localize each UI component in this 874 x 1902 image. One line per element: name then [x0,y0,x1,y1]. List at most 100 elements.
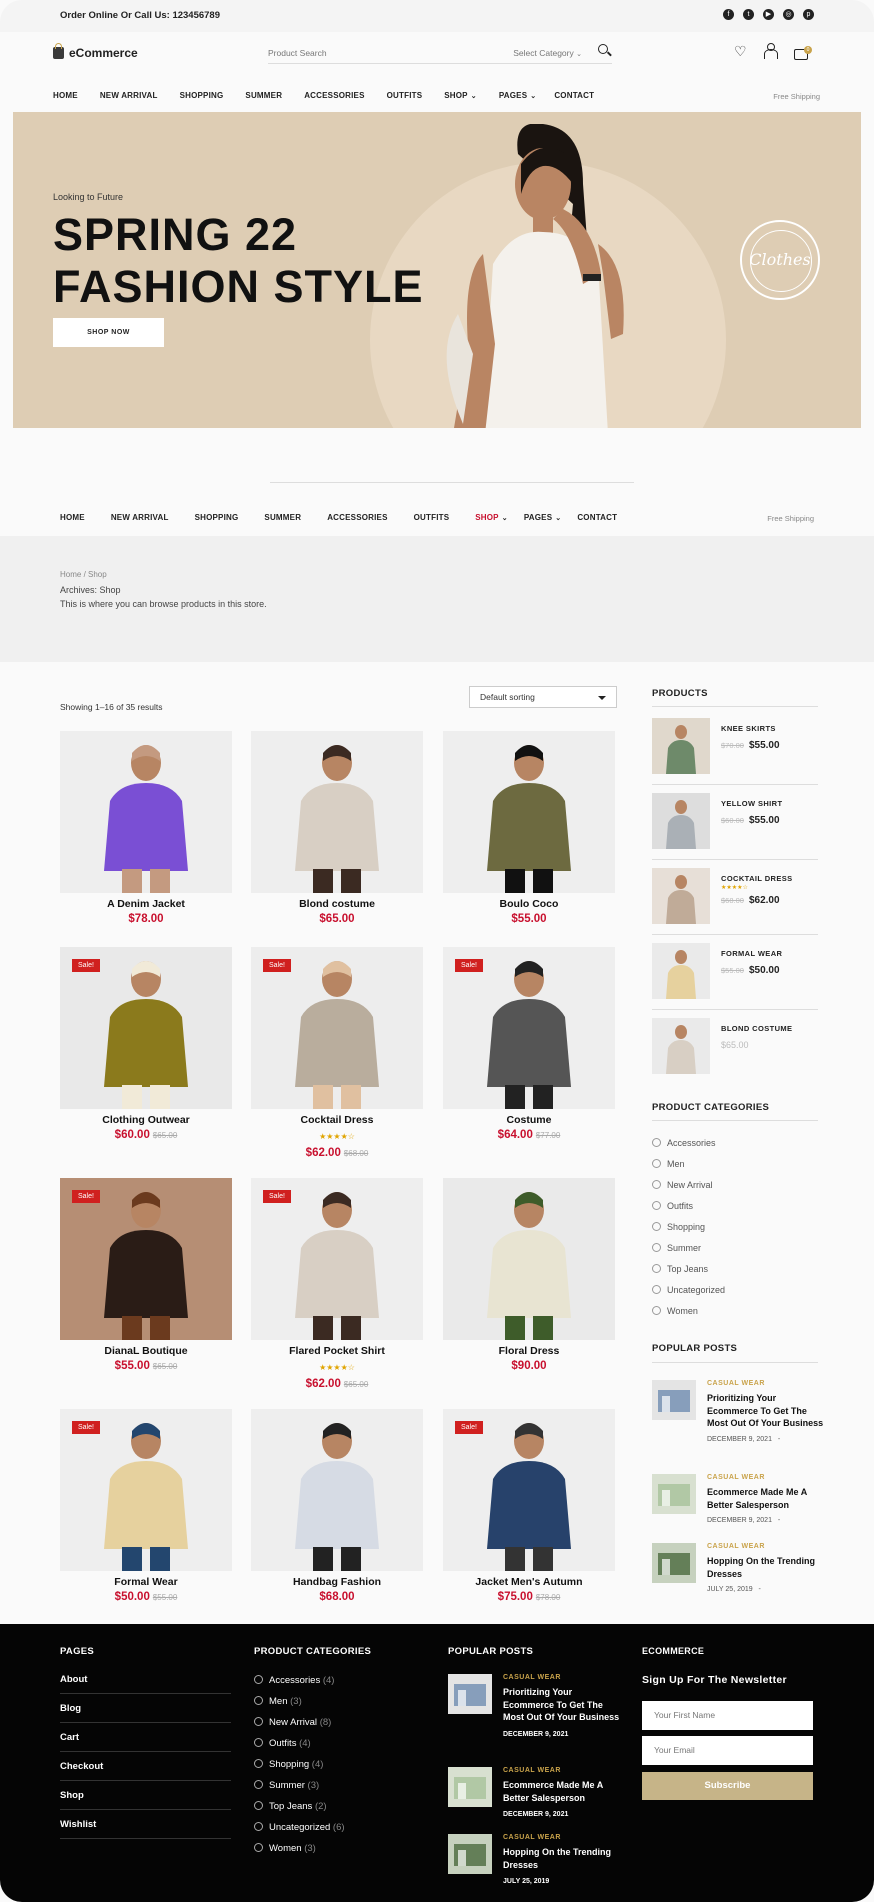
sidebar-post-thumb[interactable] [652,1380,696,1420]
footer-post[interactable]: CASUAL WEAR Prioritizing Your Ecommerce … [448,1674,623,1738]
nav-item-pages[interactable]: PAGES ⌄ [499,91,537,100]
post-title[interactable]: Hopping On the Trending Dresses [707,1555,825,1580]
nav2-item-contact[interactable]: CONTACT [577,513,617,522]
footer-post-thumb[interactable] [448,1834,492,1874]
sidebar-category-item[interactable]: Men [652,1159,685,1169]
nav-item-outfits[interactable]: OUTFITS [387,91,423,100]
nav2-item-summer[interactable]: SUMMER [264,513,301,522]
nav2-item-home[interactable]: HOME [60,513,85,522]
nav-item-home[interactable]: HOME [53,91,78,100]
sidebar-product[interactable]: BLOND COSTUME $65.00 [652,1018,818,1078]
footer-category-item[interactable]: Women (3) [254,1843,316,1854]
sidebar-product[interactable]: COCKTAIL DRESS ★★★★☆ $68.00 $62.00 [652,868,818,928]
sidebar-category-item[interactable]: Outfits [652,1201,693,1211]
sidebar-category-item[interactable]: Accessories [652,1138,716,1148]
sidebar-category-item[interactable]: Summer [652,1243,701,1253]
product-image-frame[interactable] [443,731,615,893]
product-image-frame[interactable] [251,731,423,893]
product-image-frame[interactable] [251,1409,423,1571]
sidebar-product-name[interactable]: YELLOW SHIRT [721,799,782,808]
footer-category-item[interactable]: Outfits (4) [254,1738,311,1749]
sidebar-product-name[interactable]: COCKTAIL DRESS [721,874,793,883]
breadcrumb[interactable]: Home / Shop [60,570,107,579]
product-name[interactable]: A Denim Jacket [60,898,232,910]
product-name[interactable]: Cocktail Dress [251,1114,423,1126]
search-bar[interactable]: Product Search Select Category ⌄ [268,42,612,64]
product-card[interactable]: Boulo Coco $55.00 [443,731,615,931]
product-name[interactable]: Costume [443,1114,615,1126]
post-title[interactable]: Ecommerce Made Me A Better Salesperson [503,1779,621,1804]
sidebar-post[interactable]: CASUAL WEAR Ecommerce Made Me A Better S… [652,1474,827,1554]
product-card[interactable]: Handbag Fashion $68.00 [251,1409,423,1609]
sidebar-product[interactable]: FORMAL WEAR $55.00 $50.00 [652,943,818,1003]
post-title[interactable]: Hopping On the Trending Dresses [503,1846,621,1871]
footer-category-item[interactable]: Uncategorized (6) [254,1822,345,1833]
product-card[interactable]: Sale! Clothing Outwear $60.00 $65.00 [60,947,232,1147]
sidebar-category-item[interactable]: Uncategorized [652,1285,725,1295]
post-category[interactable]: CASUAL WEAR [707,1543,765,1550]
sidebar-product-thumb[interactable] [652,868,710,924]
product-name[interactable]: Formal Wear [60,1576,232,1588]
product-name[interactable]: Flared Pocket Shirt [251,1345,423,1357]
account-icon[interactable] [764,43,778,59]
product-name[interactable]: Clothing Outwear [60,1114,232,1126]
nav-item-summer[interactable]: SUMMER [245,91,282,100]
twitter-icon[interactable]: t [743,9,754,20]
product-image-frame[interactable] [60,731,232,893]
sidebar-category-item[interactable]: Top Jeans [652,1264,708,1274]
footer-page-link[interactable]: About [60,1674,231,1694]
sidebar-category-item[interactable]: New Arrival [652,1180,713,1190]
product-name[interactable]: DianaL Boutique [60,1345,232,1357]
post-category[interactable]: CASUAL WEAR [707,1380,765,1387]
footer-category-item[interactable]: Top Jeans (2) [254,1801,327,1812]
nav-item-shopping[interactable]: SHOPPING [180,91,224,100]
nav2-item-new-arrival[interactable]: NEW ARRIVAL [111,513,169,522]
product-card[interactable]: Sale! Costume $64.00 $77.00 [443,947,615,1147]
sidebar-product-name[interactable]: FORMAL WEAR [721,949,782,958]
nav2-item-shopping[interactable]: SHOPPING [195,513,239,522]
product-name[interactable]: Boulo Coco [443,898,615,910]
footer-post-thumb[interactable] [448,1674,492,1714]
sidebar-post[interactable]: CASUAL WEAR Hopping On the Trending Dres… [652,1543,827,1623]
sidebar-product-thumb[interactable] [652,1018,710,1074]
post-title[interactable]: Ecommerce Made Me A Better Salesperson [707,1486,825,1511]
product-name[interactable]: Jacket Men's Autumn [443,1576,615,1588]
footer-page-link[interactable]: Checkout [60,1761,231,1781]
sidebar-product[interactable]: KNEE SKIRTS $70.00 $55.00 [652,718,818,778]
post-category[interactable]: CASUAL WEAR [503,1674,561,1681]
sidebar-product-thumb[interactable] [652,943,710,999]
post-title[interactable]: Prioritizing Your Ecommerce To Get The M… [503,1686,621,1724]
nav2-item-pages[interactable]: PAGES ⌄ [524,513,562,522]
footer-category-item[interactable]: Men (3) [254,1696,302,1707]
cart-icon[interactable]: 0 [794,46,812,60]
footer-post-thumb[interactable] [448,1767,492,1807]
sidebar-post[interactable]: CASUAL WEAR Prioritizing Your Ecommerce … [652,1380,827,1460]
pinterest-icon[interactable]: p [803,9,814,20]
post-category[interactable]: CASUAL WEAR [503,1767,561,1774]
post-category[interactable]: CASUAL WEAR [707,1474,765,1481]
facebook-icon[interactable]: f [723,9,734,20]
email-input[interactable]: Your Email [642,1736,813,1765]
product-name[interactable]: Blond costume [251,898,423,910]
product-name[interactable]: Handbag Fashion [251,1576,423,1588]
sidebar-product-thumb[interactable] [652,718,710,774]
product-image-frame[interactable] [443,1178,615,1340]
product-card[interactable]: Blond costume $65.00 [251,731,423,931]
nav-item-contact[interactable]: CONTACT [554,91,594,100]
product-card[interactable]: Floral Dress $90.00 [443,1178,615,1378]
footer-post[interactable]: CASUAL WEAR Hopping On the Trending Dres… [448,1834,623,1894]
nav-item-new-arrival[interactable]: NEW ARRIVAL [100,91,158,100]
nav-item-shop[interactable]: SHOP ⌄ [444,91,477,100]
product-name[interactable]: Floral Dress [443,1345,615,1357]
sidebar-category-item[interactable]: Women [652,1306,698,1316]
site-logo[interactable]: eCommerce [53,43,138,60]
sidebar-category-item[interactable]: Shopping [652,1222,705,1232]
sidebar-product-thumb[interactable] [652,793,710,849]
category-select[interactable]: Select Category ⌄ [513,48,582,58]
product-card[interactable]: Sale! DianaL Boutique $55.00 $65.00 [60,1178,232,1378]
post-category[interactable]: CASUAL WEAR [503,1834,561,1841]
nav2-item-outfits[interactable]: OUTFITS [414,513,450,522]
footer-post[interactable]: CASUAL WEAR Ecommerce Made Me A Better S… [448,1767,623,1827]
search-icon[interactable] [598,44,608,54]
footer-category-item[interactable]: Accessories (4) [254,1675,334,1686]
